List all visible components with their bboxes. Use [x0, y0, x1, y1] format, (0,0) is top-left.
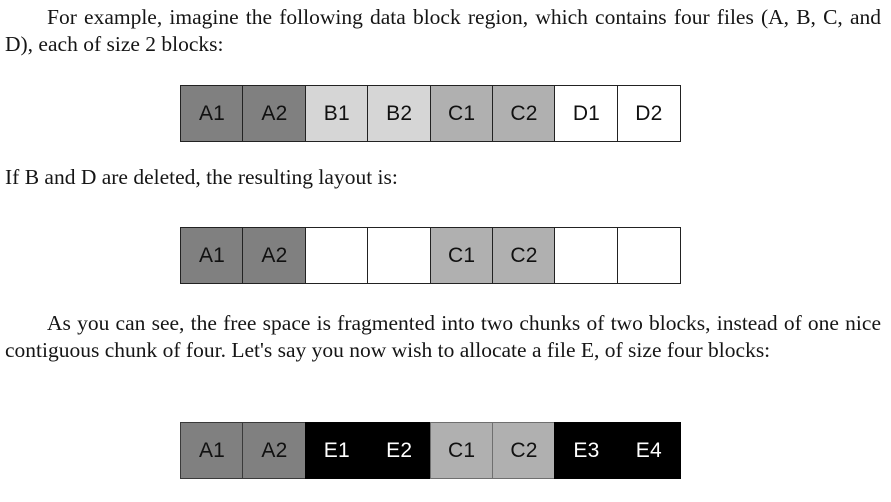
- paragraph-deleted-text: If B and D are deleted, the resulting la…: [5, 165, 398, 189]
- block-label: A1: [198, 101, 226, 125]
- block-free-1[interactable]: [304, 227, 369, 284]
- block-label: C1: [448, 438, 476, 462]
- block-a2[interactable]: A2: [242, 422, 307, 479]
- block-label: B2: [386, 101, 413, 125]
- block-e1[interactable]: E1: [304, 422, 369, 479]
- block-label: D1: [572, 101, 601, 125]
- block-label: B1: [323, 101, 350, 125]
- paragraph-intro: For example, imagine the following data …: [5, 4, 881, 58]
- diagram-initial-layout: A1 A2 B1 B2 C1 C2 D1 D2: [180, 85, 681, 142]
- diagram-after-allocate-e-layout: A1 A2 E1 E2 C1 C2 E3 E4: [180, 422, 681, 479]
- block-e4[interactable]: E4: [616, 422, 681, 479]
- block-a1[interactable]: A1: [180, 85, 244, 142]
- block-e3[interactable]: E3: [554, 422, 619, 479]
- block-label: C1: [448, 101, 476, 125]
- paragraph-deleted: If B and D are deleted, the resulting la…: [5, 164, 885, 191]
- block-label: E3: [573, 438, 600, 462]
- block-label: C1: [448, 243, 476, 267]
- block-a1[interactable]: A1: [180, 227, 244, 284]
- block-e2[interactable]: E2: [367, 422, 432, 479]
- block-c1[interactable]: C1: [429, 227, 494, 284]
- block-c2[interactable]: C2: [492, 422, 557, 479]
- block-b1[interactable]: B1: [304, 85, 369, 142]
- block-d1[interactable]: D1: [554, 85, 619, 142]
- block-a2[interactable]: A2: [242, 227, 307, 284]
- block-a2[interactable]: A2: [242, 85, 307, 142]
- paragraph-intro-text: For example, imagine the following data …: [5, 5, 881, 56]
- block-a1[interactable]: A1: [180, 422, 244, 479]
- paragraph-fragmented: As you can see, the free space is fragme…: [5, 310, 881, 364]
- block-label: E1: [323, 438, 350, 462]
- block-label: A2: [261, 101, 288, 125]
- block-label: E4: [635, 438, 662, 462]
- block-label: D2: [635, 101, 663, 125]
- block-c2[interactable]: C2: [492, 85, 557, 142]
- block-free-4[interactable]: [616, 227, 681, 284]
- block-c2[interactable]: C2: [492, 227, 557, 284]
- block-label: C2: [510, 243, 538, 267]
- block-label: C2: [510, 438, 538, 462]
- diagram-after-delete-layout: A1 A2 C1 C2: [180, 227, 681, 284]
- block-label: A1: [198, 243, 226, 267]
- block-c1[interactable]: C1: [429, 422, 494, 479]
- block-label: A2: [261, 243, 288, 267]
- block-label: A2: [261, 438, 288, 462]
- block-label: C2: [510, 101, 538, 125]
- block-label: A1: [198, 438, 226, 462]
- block-free-2[interactable]: [367, 227, 432, 284]
- block-b2[interactable]: B2: [367, 85, 432, 142]
- block-d2[interactable]: D2: [616, 85, 681, 142]
- block-free-3[interactable]: [554, 227, 619, 284]
- block-label: E2: [386, 438, 413, 462]
- block-c1[interactable]: C1: [429, 85, 494, 142]
- paragraph-fragmented-text: As you can see, the free space is fragme…: [5, 311, 881, 362]
